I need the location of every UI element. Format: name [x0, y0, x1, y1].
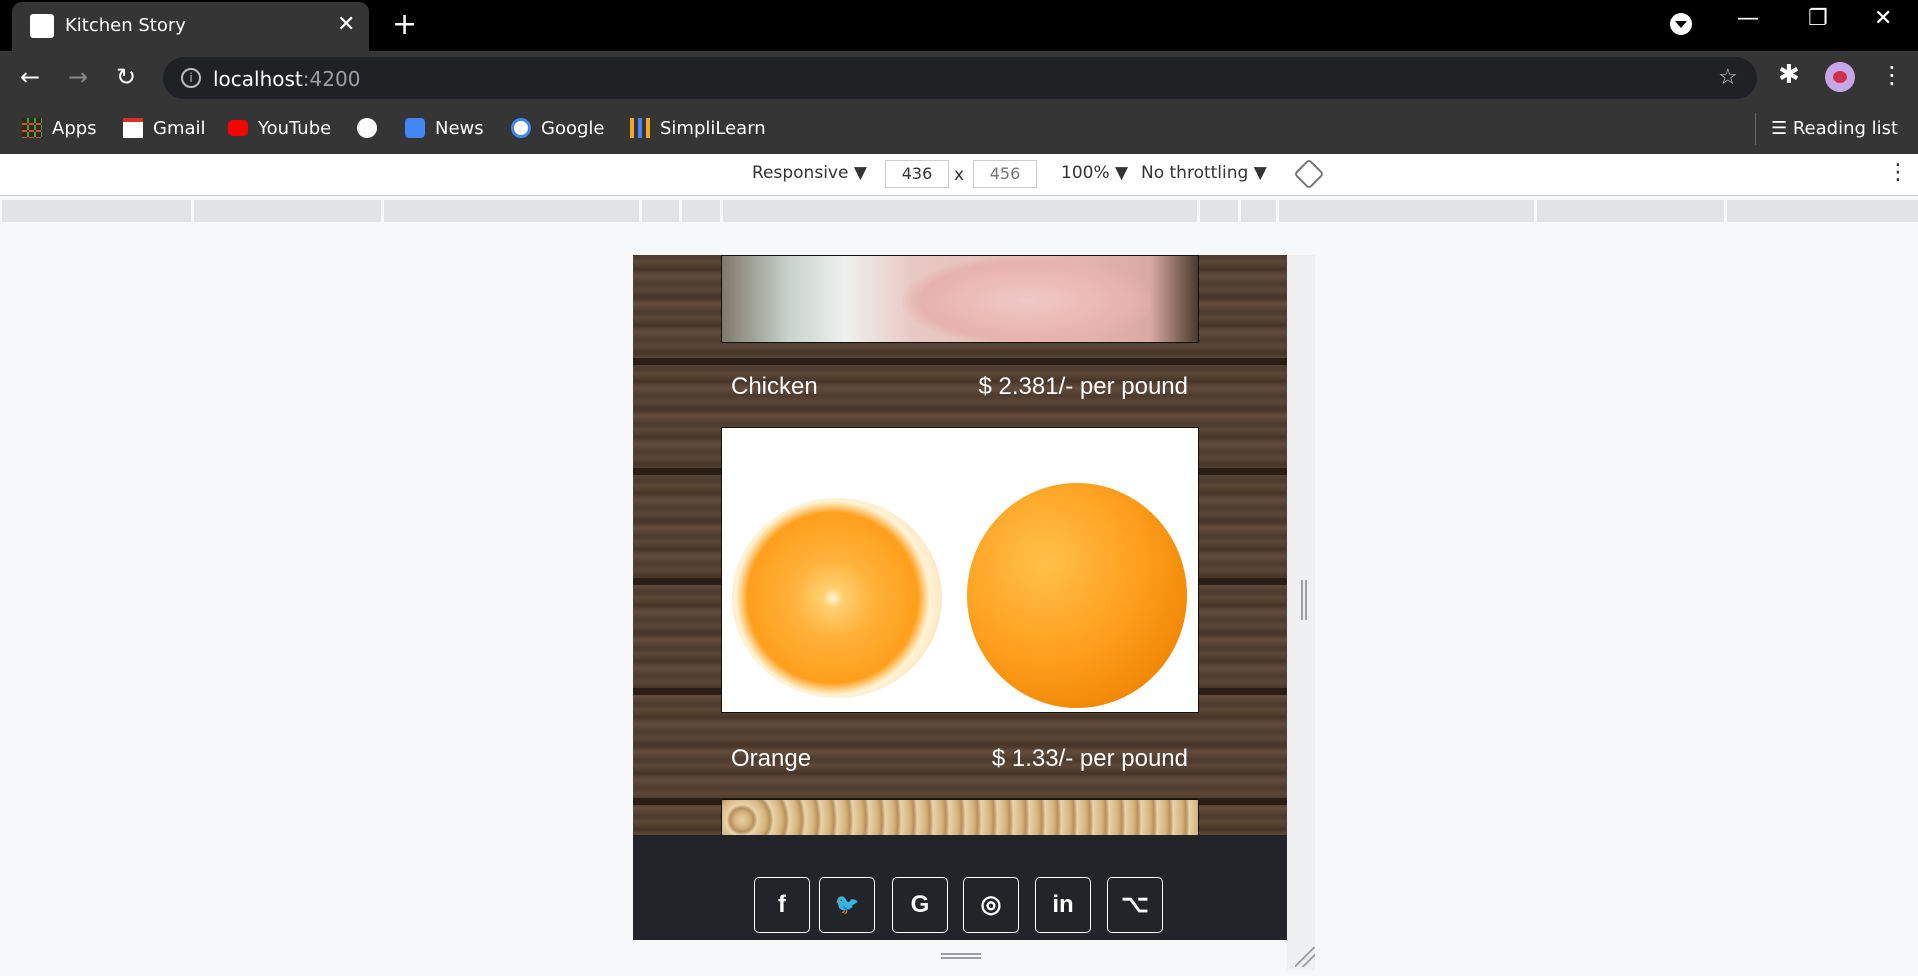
bookmark-apps[interactable]: Apps	[22, 116, 97, 142]
height-input[interactable]: 456	[973, 160, 1037, 188]
back-button[interactable]: ←	[20, 64, 40, 90]
bookmark-gmail[interactable]: Gmail	[123, 116, 206, 142]
product-name: Orange	[731, 745, 812, 772]
bookmark-youtube[interactable]: YouTube	[228, 116, 331, 142]
facebook-icon[interactable]: f	[754, 877, 810, 933]
gmail-icon	[123, 117, 143, 138]
github-icon[interactable]: ⌥	[1107, 877, 1163, 933]
forward-button[interactable]: →	[68, 64, 88, 90]
tab-title: Kitchen Story	[65, 15, 186, 36]
simplilearn-icon	[630, 117, 650, 138]
device-select[interactable]: Responsive ▼	[752, 163, 867, 183]
bookmark-news[interactable]: News	[405, 116, 484, 142]
profile-avatar[interactable]	[1825, 62, 1855, 92]
url-text: localhost:4200	[213, 67, 361, 91]
dimension-separator: x	[954, 165, 965, 185]
restore-button[interactable]: ❐	[1808, 6, 1828, 31]
browser-toolbar: ← → ↻ i localhost:4200 ☆ ✱ ⋮	[0, 51, 1918, 105]
bookmark-google[interactable]: Google	[511, 116, 604, 142]
orange-half-graphic	[732, 498, 942, 698]
site-info-icon[interactable]: i	[181, 68, 201, 88]
product-name: Chicken	[731, 373, 818, 400]
linkedin-icon[interactable]: in	[1035, 877, 1091, 933]
google-icon[interactable]: G	[892, 877, 948, 933]
product-price: $ 1.33/- per pound	[991, 745, 1188, 772]
google-icon	[511, 117, 531, 138]
bookmark-globe[interactable]	[357, 116, 387, 142]
orange-image	[721, 427, 1199, 713]
height-resize-handle[interactable]	[941, 953, 981, 959]
devtools-more-icon[interactable]: ⋮	[1887, 160, 1909, 185]
media-query-bar[interactable]	[2, 200, 1918, 222]
globe-icon	[357, 117, 377, 138]
browser-tab[interactable]: Kitchen Story ✕	[12, 2, 369, 51]
device-viewport: Chicken $ 2.381/- per pound Orange $ 1.3…	[633, 255, 1287, 940]
orange-whole-graphic	[967, 483, 1187, 708]
bookmark-simplilearn[interactable]: SimpliLearn	[630, 116, 766, 142]
new-tab-button[interactable]: +	[392, 10, 417, 40]
bookmarks-bar: Apps Gmail YouTube News Google SimpliLea…	[0, 105, 1918, 154]
reload-button[interactable]: ↻	[116, 64, 136, 90]
corner-resize-handle[interactable]	[1295, 947, 1315, 967]
browser-menu-icon[interactable]: ⋮	[1880, 61, 1904, 89]
chicken-image	[721, 255, 1199, 343]
address-bar[interactable]: i localhost:4200 ☆	[163, 57, 1757, 99]
width-input[interactable]: 436	[885, 160, 949, 188]
instagram-icon[interactable]: ◎	[963, 877, 1019, 933]
tab-close-icon[interactable]: ✕	[337, 12, 355, 38]
devtools-device-toolbar: Responsive ▼ 436 x 456 100% ▼ No throttl…	[0, 154, 1918, 196]
bookmarks-separator	[1755, 113, 1756, 145]
site-footer: f 🐦 G ◎ in ⌥	[633, 835, 1287, 940]
throttling-select[interactable]: No throttling ▼	[1141, 163, 1267, 183]
zoom-select[interactable]: 100% ▼	[1061, 163, 1128, 183]
rotate-icon[interactable]	[1293, 158, 1325, 190]
kitchen-favicon-icon	[30, 14, 54, 38]
bookmark-star-icon[interactable]: ☆	[1718, 65, 1738, 90]
apps-grid-icon	[22, 117, 42, 138]
youtube-icon	[228, 119, 248, 136]
twitter-icon[interactable]: 🐦	[819, 877, 875, 933]
reading-list-button[interactable]: ☰ Reading list	[1771, 116, 1898, 142]
minimize-button[interactable]: —	[1737, 6, 1759, 31]
news-icon	[405, 117, 425, 138]
tab-search-icon[interactable]	[1670, 13, 1692, 35]
window-close-button[interactable]: ✕	[1874, 6, 1892, 31]
extensions-puzzle-icon[interactable]: ✱	[1778, 62, 1800, 88]
browser-tab-strip: Kitchen Story ✕ + — ❐ ✕	[0, 0, 1918, 51]
product-price: $ 2.381/- per pound	[978, 373, 1189, 400]
width-resize-handle[interactable]	[1301, 580, 1307, 620]
